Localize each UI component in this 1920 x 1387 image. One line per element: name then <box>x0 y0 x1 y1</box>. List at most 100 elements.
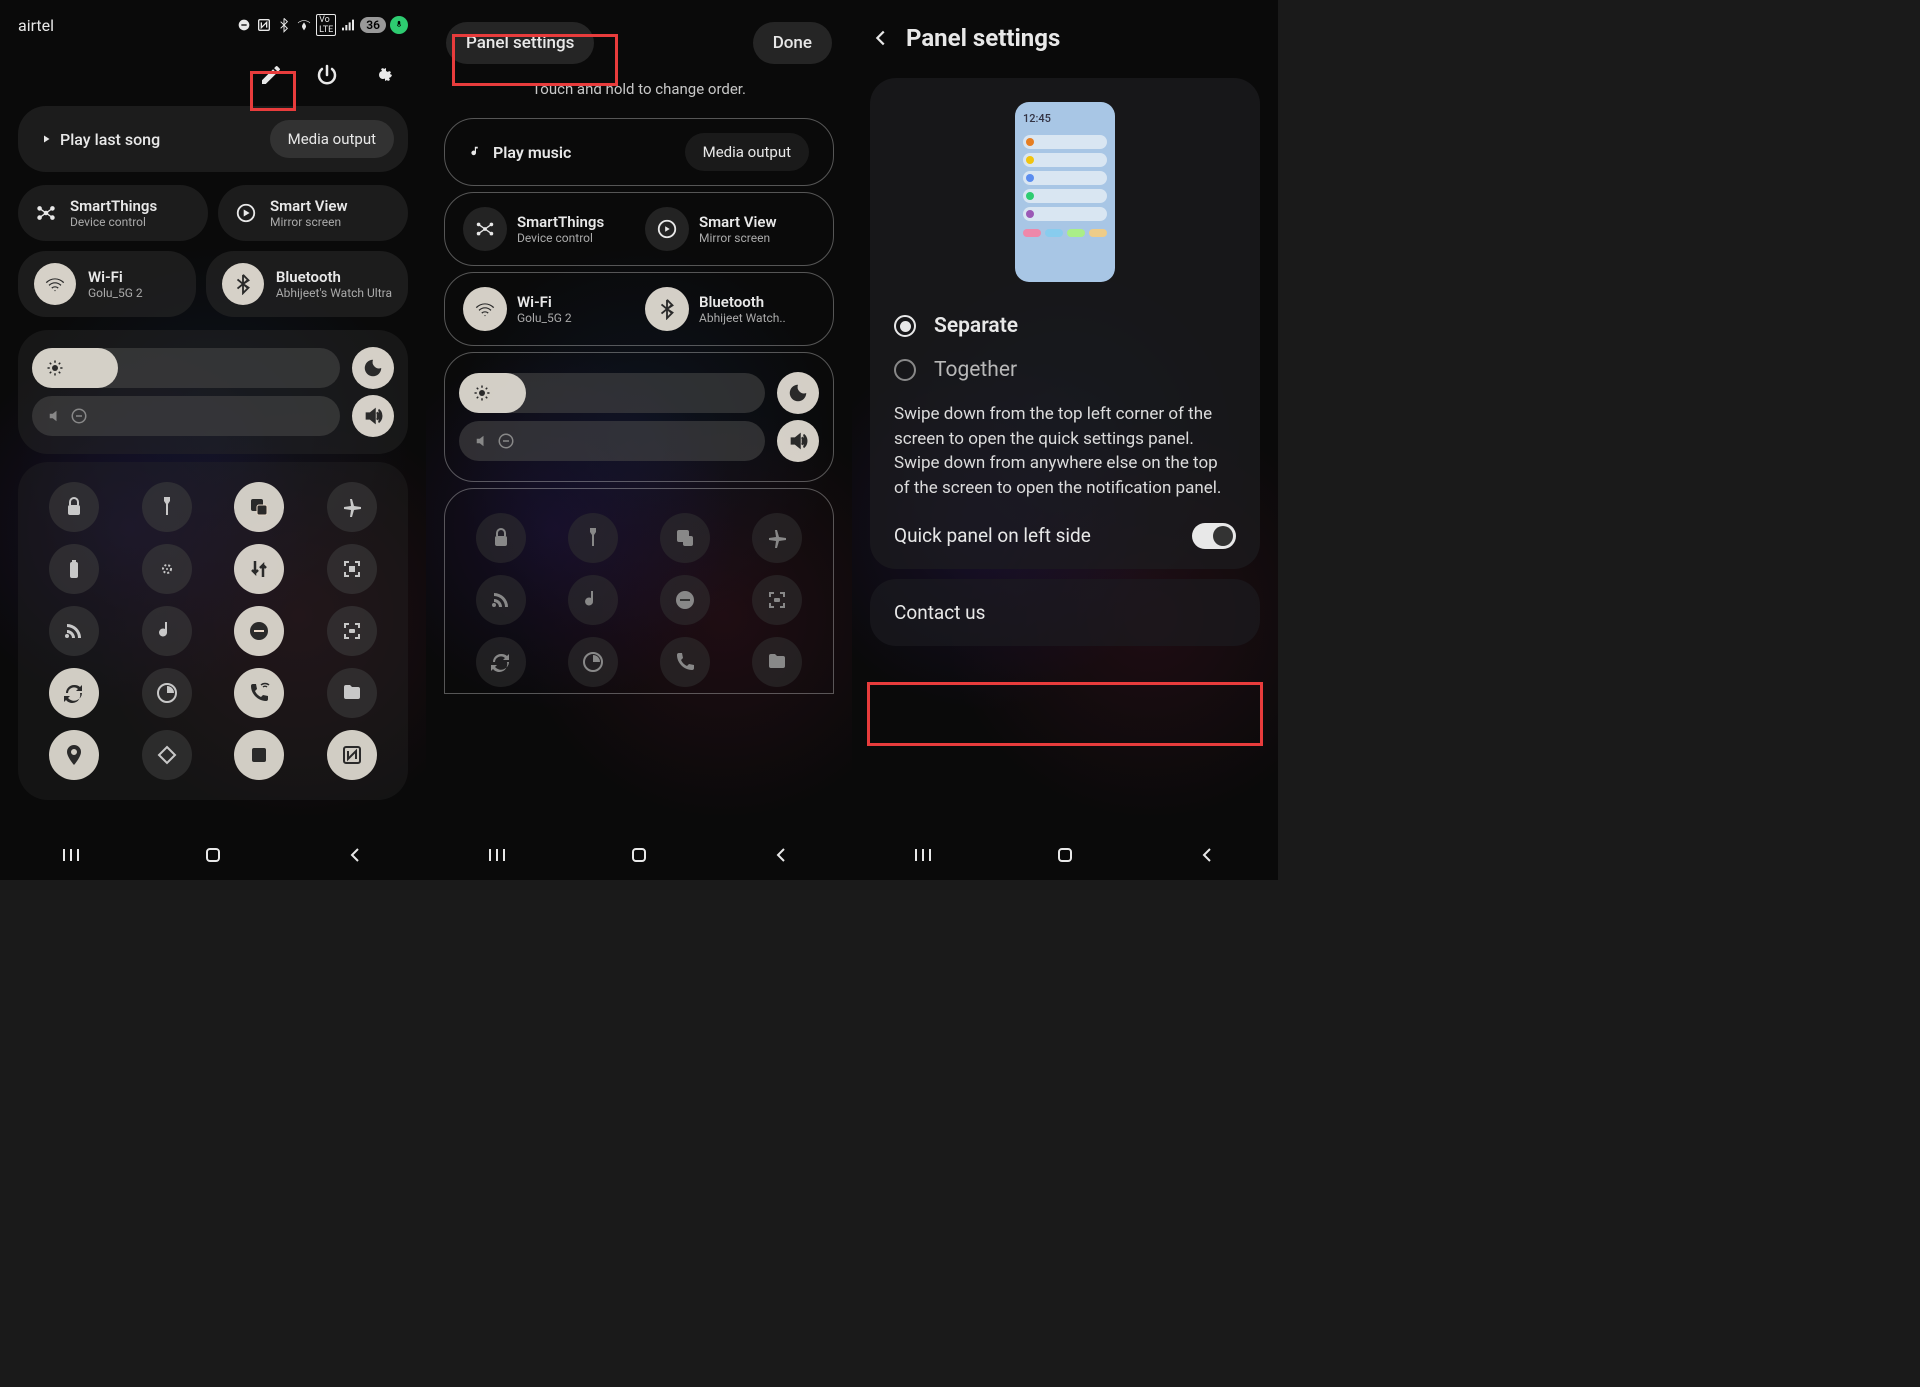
contact-us-row[interactable]: Contact us <box>870 579 1260 646</box>
qs-battery[interactable] <box>49 544 99 594</box>
brightness-slider[interactable] <box>32 348 340 388</box>
pencil-icon <box>259 63 283 87</box>
qs-airplane[interactable] <box>327 482 377 532</box>
qs-folder[interactable] <box>327 668 377 718</box>
panel-settings-page: Panel settings 12:45 Separate Together S… <box>852 0 1278 880</box>
moon-icon <box>362 357 384 379</box>
eqs-sync[interactable] <box>476 637 526 687</box>
qs-eyecomfort[interactable] <box>142 544 192 594</box>
media-output-button-2[interactable]: Media output <box>685 133 809 171</box>
nav-home[interactable] <box>627 843 651 871</box>
battery-pill: 36 <box>360 17 386 33</box>
signal-icon <box>340 17 356 33</box>
qs-dnd[interactable] <box>234 606 284 656</box>
qs-wificalling[interactable] <box>234 668 284 718</box>
qs-flashlight[interactable] <box>142 482 192 532</box>
quick-panel-left-row[interactable]: Quick panel on left side <box>890 519 1240 551</box>
sound-button-2[interactable] <box>777 420 819 462</box>
edit-connectivity-card[interactable]: Wi-FiGolu_5G 2 BluetoothAbhijeet Watch.. <box>444 272 834 346</box>
radio-icon-checked <box>894 315 916 337</box>
qs-multiwindow[interactable] <box>234 482 284 532</box>
nav-back[interactable] <box>769 843 793 871</box>
eqs-datalimit[interactable] <box>568 637 618 687</box>
settings-button[interactable] <box>368 60 398 90</box>
qs-hotspot-rss[interactable] <box>49 606 99 656</box>
screenrecord-icon <box>765 588 789 612</box>
radio-icon-unchecked <box>894 359 916 381</box>
done-button[interactable]: Done <box>753 22 832 64</box>
qs-mobiledata[interactable] <box>234 544 284 594</box>
sound-button[interactable] <box>352 395 394 437</box>
nav-recents[interactable] <box>485 843 509 871</box>
nav-recents[interactable] <box>911 843 935 871</box>
nav-home[interactable] <box>1053 843 1077 871</box>
tile-wifi[interactable]: Wi-FiGolu_5G 2 <box>18 251 196 317</box>
nav-home[interactable] <box>201 843 225 871</box>
tile-smartthings[interactable]: SmartThingsDevice control <box>18 185 208 241</box>
edit-grid[interactable] <box>444 488 834 694</box>
tile-smartview[interactable]: Smart ViewMirror screen <box>218 185 408 241</box>
airplane-icon <box>340 495 364 519</box>
edit-subtitle: Touch and hold to change order. <box>426 74 852 112</box>
nearby-icon <box>155 743 179 767</box>
qs-x5[interactable] <box>234 730 284 780</box>
qs-nfc[interactable] <box>327 730 377 780</box>
smartthings-icon <box>34 201 58 225</box>
eqs-folder[interactable] <box>752 637 802 687</box>
media-tile[interactable]: Play last song Media output <box>18 106 408 172</box>
qs-datalimit[interactable] <box>142 668 192 718</box>
dark-mode-button[interactable] <box>352 347 394 389</box>
panel-quick-settings: airtel VoLTE 36 Play last song Media out… <box>0 0 426 880</box>
folder-icon <box>765 650 789 674</box>
eqs-rss[interactable] <box>476 575 526 625</box>
qs-screenrecord[interactable] <box>327 606 377 656</box>
edit-sliders-card[interactable] <box>444 352 834 482</box>
wifi-icon <box>463 287 507 331</box>
eqs-music[interactable] <box>568 575 618 625</box>
layout-preview: 12:45 <box>1015 102 1115 282</box>
panel-edit-mode: Panel settings Done Touch and hold to ch… <box>426 0 852 880</box>
eqs-multiwindow[interactable] <box>660 513 710 563</box>
qs-music[interactable] <box>142 606 192 656</box>
edit-smart-card[interactable]: SmartThingsDevice control Smart ViewMirr… <box>444 192 834 266</box>
minus-circle-icon <box>70 407 88 425</box>
radio-together[interactable]: Together <box>890 348 1240 392</box>
datalimit-icon <box>581 650 605 674</box>
radio-separate[interactable]: Separate <box>890 304 1240 348</box>
edit-button[interactable] <box>256 60 286 90</box>
quick-panel-toggle[interactable] <box>1192 523 1236 549</box>
eqs-lock[interactable] <box>476 513 526 563</box>
nav-recents[interactable] <box>59 843 83 871</box>
media-output-button[interactable]: Media output <box>270 120 394 158</box>
nav-back[interactable] <box>343 843 367 871</box>
volume-slider[interactable] <box>32 396 340 436</box>
eqs-airplane[interactable] <box>752 513 802 563</box>
folder-icon <box>340 681 364 705</box>
play-icon <box>40 133 52 145</box>
qs-qrscan[interactable] <box>327 544 377 594</box>
eqs-wificall[interactable] <box>660 637 710 687</box>
brightness-slider-2[interactable] <box>459 373 765 413</box>
eqs-screenrecord[interactable] <box>752 575 802 625</box>
edit-media-card[interactable]: Play music Media output <box>444 118 834 186</box>
eqs-flashlight[interactable] <box>568 513 618 563</box>
qs-sync[interactable] <box>49 668 99 718</box>
wifi-icon <box>34 263 76 305</box>
back-chevron-icon[interactable] <box>870 27 892 49</box>
share-icon <box>247 743 271 767</box>
nfc-tile-icon <box>340 743 364 767</box>
tile-bluetooth[interactable]: BluetoothAbhijeet's Watch Ultra <box>206 251 408 317</box>
music-icon <box>581 588 605 612</box>
panel-settings-button[interactable]: Panel settings <box>446 22 594 64</box>
eyecomfort-icon <box>155 557 179 581</box>
music-note-icon <box>469 145 483 159</box>
power-button[interactable] <box>312 60 342 90</box>
nav-back[interactable] <box>1195 843 1219 871</box>
rss-icon <box>489 588 513 612</box>
qs-lock[interactable] <box>49 482 99 532</box>
qs-location[interactable] <box>49 730 99 780</box>
dark-mode-button-2[interactable] <box>777 372 819 414</box>
volume-slider-2[interactable] <box>459 421 765 461</box>
qs-x4[interactable] <box>142 730 192 780</box>
eqs-dnd[interactable] <box>660 575 710 625</box>
